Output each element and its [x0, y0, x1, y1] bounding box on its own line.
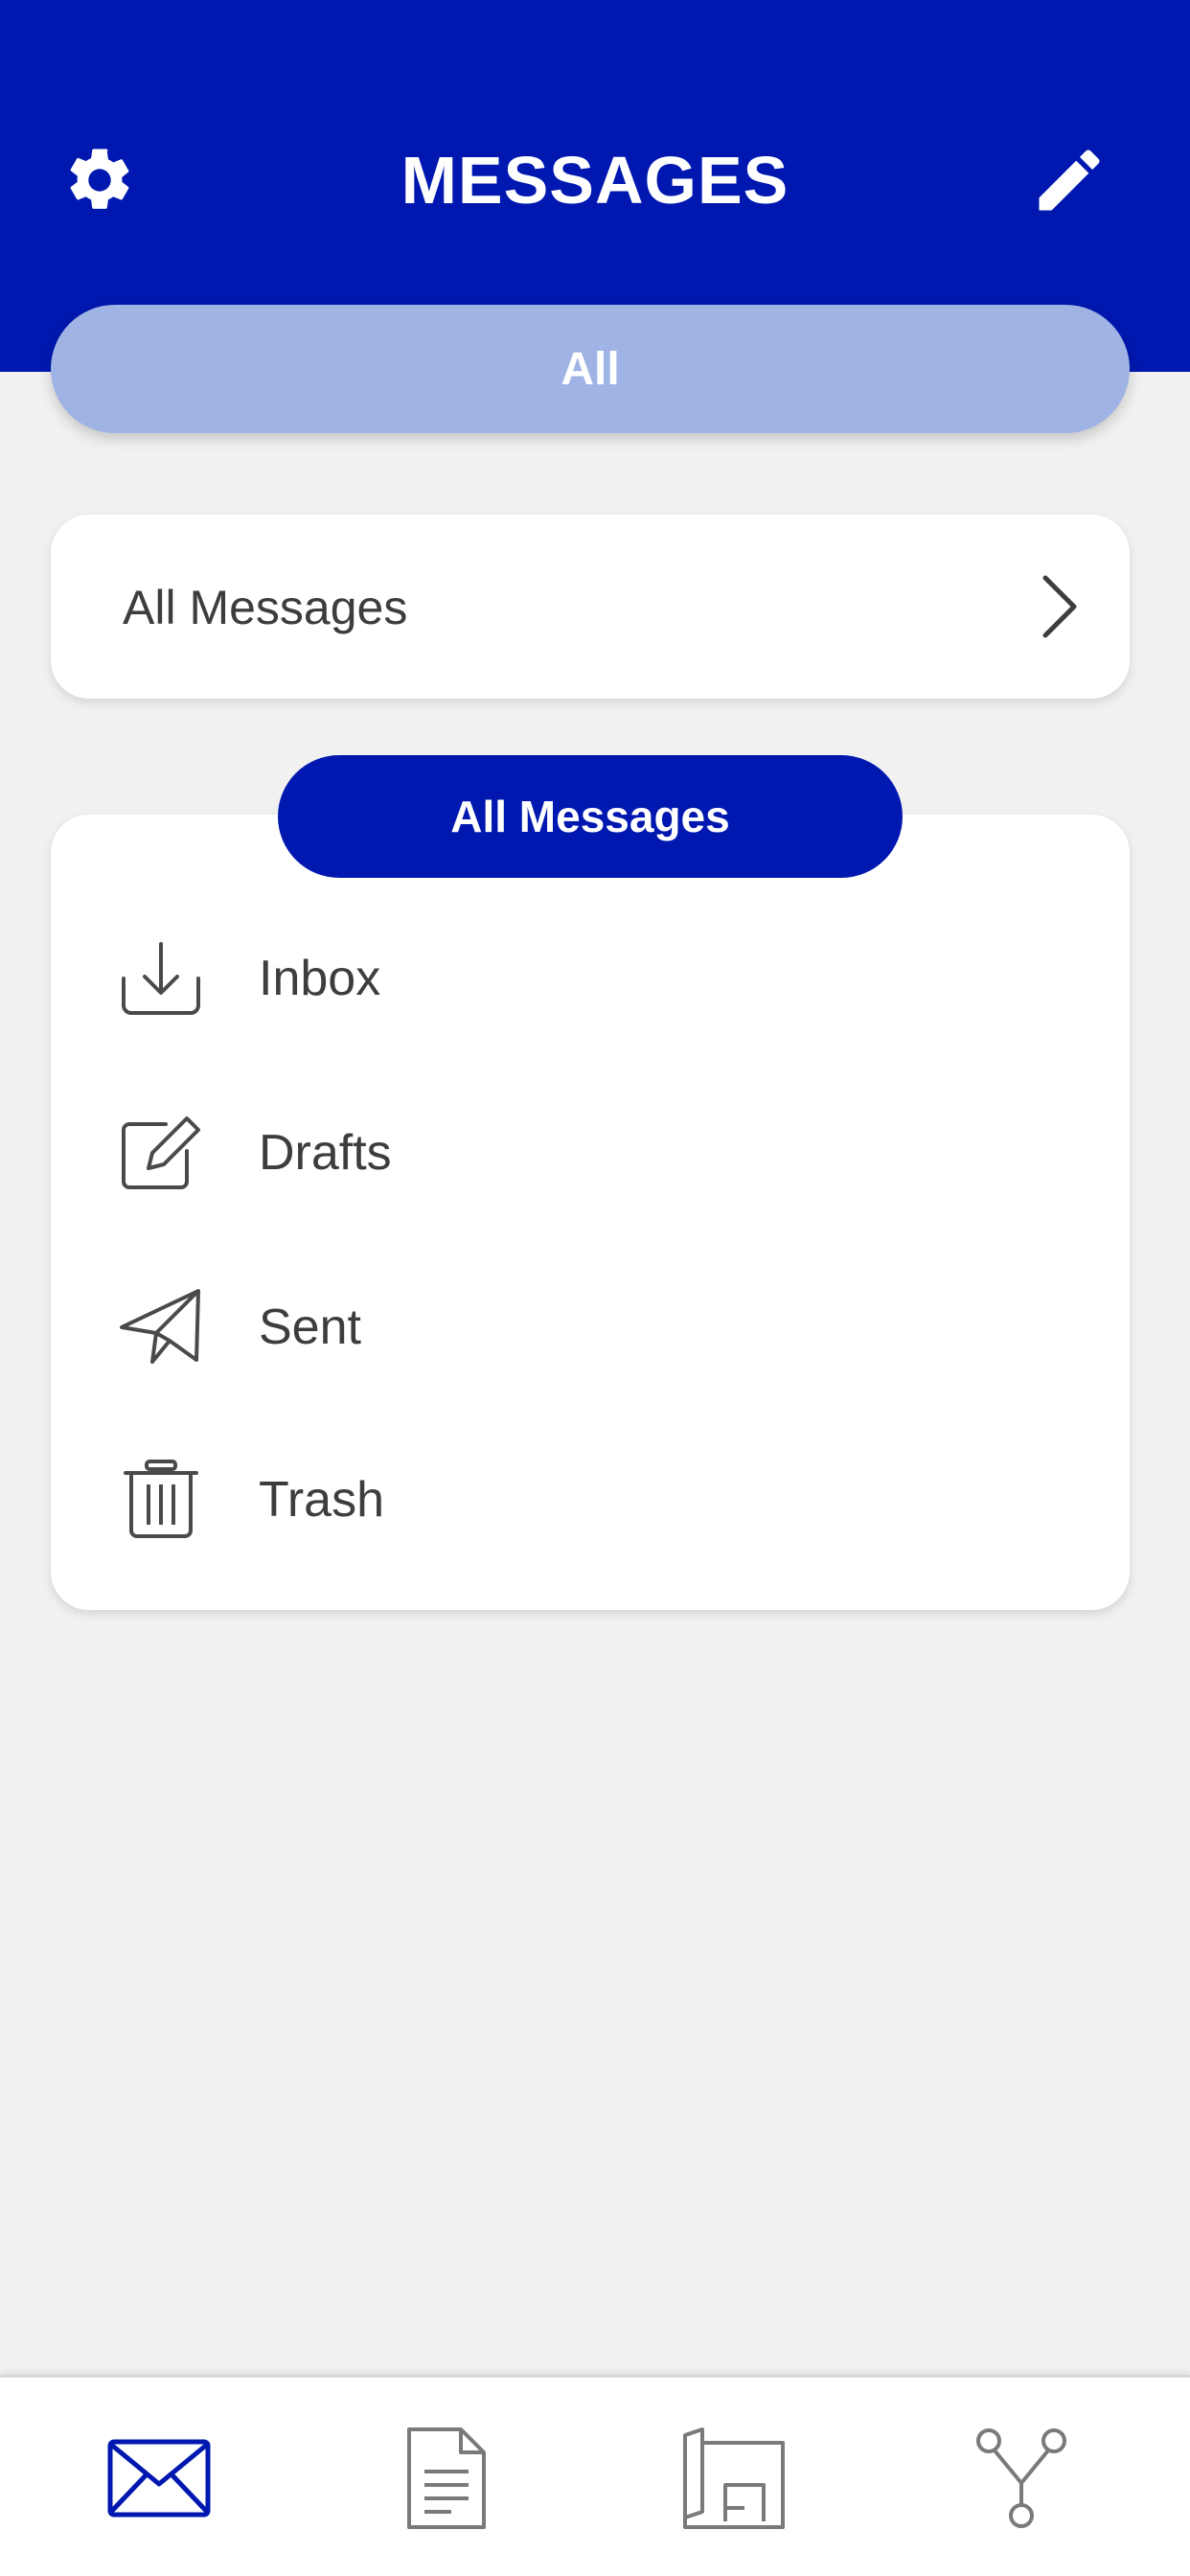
messages-screen: MESSAGES All All Messages All Messages I…: [0, 0, 1190, 2576]
envelope-icon: [107, 2439, 211, 2518]
folder-item-sent[interactable]: Sent: [51, 1255, 1130, 1399]
inbox-download-icon: [113, 931, 209, 1026]
tab-floor-plans[interactable]: [638, 2378, 830, 2576]
document-icon: [407, 2427, 486, 2529]
page-title: MESSAGES: [400, 143, 790, 218]
folder-item-drafts[interactable]: Drafts: [51, 1081, 1130, 1225]
tab-workflow[interactable]: [926, 2378, 1117, 2576]
pencil-icon: [1039, 150, 1100, 211]
branch-icon: [976, 2428, 1066, 2528]
chevron-right-icon: [1038, 570, 1082, 648]
compose-button[interactable]: [1021, 132, 1117, 228]
folder-item-label: Inbox: [259, 951, 381, 1006]
folder-item-inbox[interactable]: Inbox: [51, 907, 1130, 1050]
paper-plane-icon: [113, 1279, 209, 1375]
folder-item-label: Drafts: [259, 1125, 392, 1181]
edit-square-icon: [113, 1105, 209, 1201]
filter-segment-all[interactable]: All: [51, 305, 1130, 433]
tab-messages[interactable]: [63, 2378, 255, 2576]
trash-icon: [113, 1452, 209, 1548]
folder-selector[interactable]: All Messages: [51, 515, 1130, 699]
folder-selector-label: All Messages: [123, 581, 408, 634]
tab-documents[interactable]: [351, 2378, 542, 2576]
folder-item-label: Sent: [259, 1300, 361, 1355]
floor-plan-icon: [683, 2427, 785, 2529]
folder-item-trash[interactable]: Trash: [51, 1428, 1130, 1572]
folder-item-label: Trash: [259, 1472, 384, 1528]
bottom-tab-bar: [0, 2375, 1190, 2576]
folders-section-title: All Messages: [278, 755, 903, 878]
